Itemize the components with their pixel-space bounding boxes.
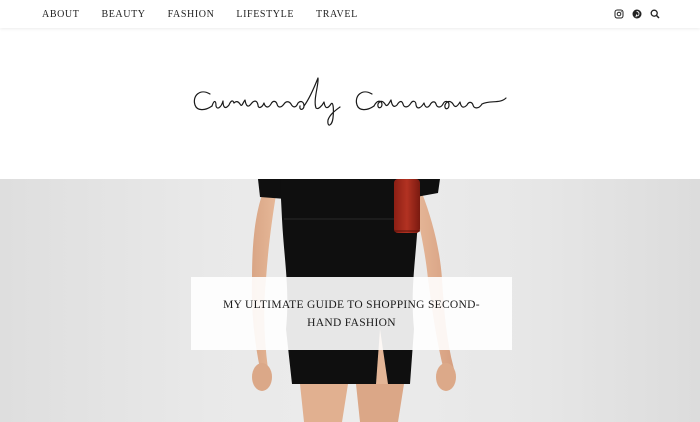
instagram-icon[interactable] [614, 9, 624, 19]
nav-item-travel[interactable]: TRAVEL [316, 9, 358, 20]
nav-item-fashion[interactable]: FASHION [168, 9, 215, 20]
main-menu: ABOUT BEAUTY FASHION LIFESTYLE TRAVEL [42, 0, 380, 28]
search-icon[interactable] [650, 9, 660, 19]
featured-post-title[interactable]: MY ULTIMATE GUIDE TO SHOPPING SECOND-HAN… [212, 296, 492, 332]
nav-item-about[interactable]: ABOUT [42, 9, 79, 20]
featured-post-card[interactable]: MY ULTIMATE GUIDE TO SHOPPING SECOND-HAN… [191, 277, 512, 350]
top-navigation-bar: ABOUT BEAUTY FASHION LIFESTYLE TRAVEL [0, 0, 700, 28]
site-header [0, 28, 700, 179]
social-icons [614, 0, 660, 28]
pinterest-icon[interactable] [632, 9, 642, 19]
nav-item-lifestyle[interactable]: LIFESTYLE [236, 9, 294, 20]
site-logo[interactable] [0, 28, 700, 179]
nav-item-beauty[interactable]: BEAUTY [101, 9, 145, 20]
